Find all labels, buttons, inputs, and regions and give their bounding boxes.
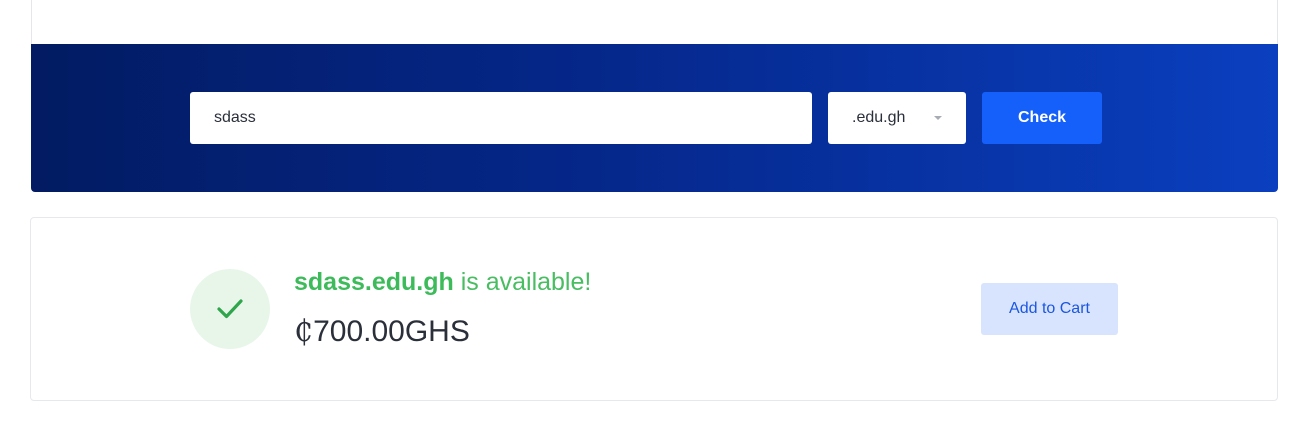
domain-price: ₵700.00GHS: [294, 314, 470, 349]
domain-search-input[interactable]: [190, 92, 812, 144]
check-button[interactable]: Check: [982, 92, 1102, 144]
available-status-badge: [190, 269, 270, 349]
top-card: [31, 0, 1278, 44]
currency-symbol: ₵: [294, 314, 314, 349]
availability-status-text: is available!: [453, 268, 592, 296]
tld-select[interactable]: .edu.gh: [828, 92, 966, 144]
result-domain-name: sdass.edu.gh: [294, 268, 454, 296]
tld-selected-value: .edu.gh: [852, 109, 906, 126]
domain-result-card: sdass.edu.gh is available! ₵700.00GHS Ad…: [30, 217, 1278, 401]
add-to-cart-button[interactable]: Add to Cart: [981, 283, 1118, 335]
caret-down-icon: [934, 116, 942, 120]
check-icon: [217, 299, 243, 319]
price-amount: 700.00GHS: [313, 315, 470, 348]
availability-message: sdass.edu.gh is available!: [294, 268, 591, 297]
domain-search-banner: .edu.gh Check: [31, 44, 1278, 192]
